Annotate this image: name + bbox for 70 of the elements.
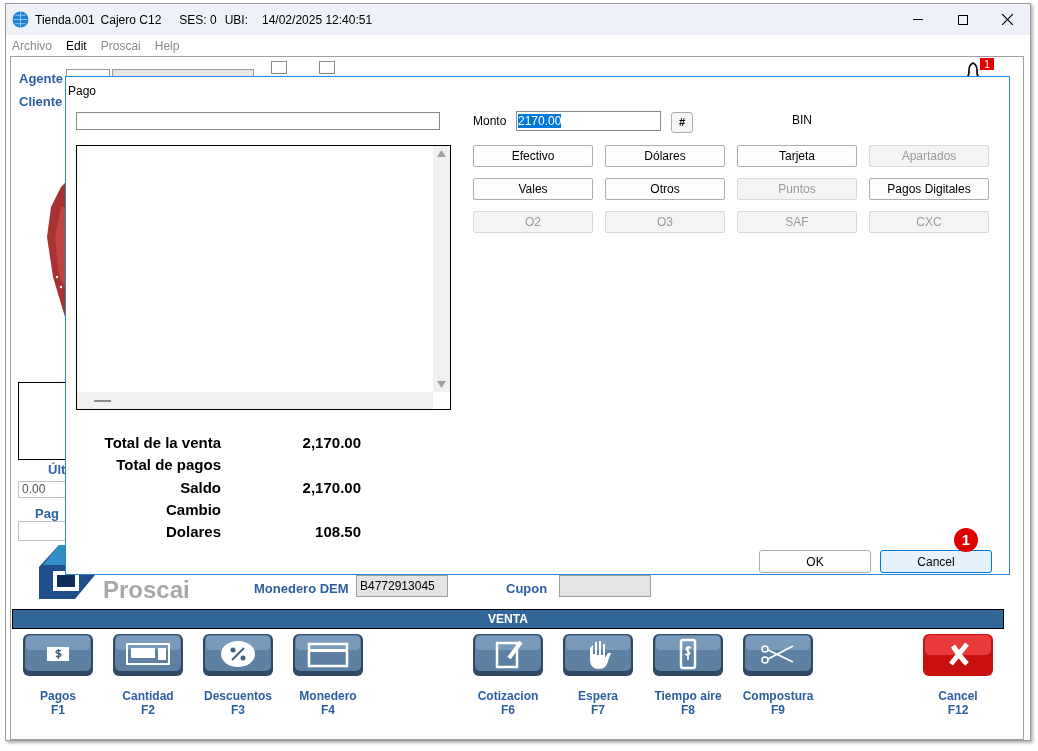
payment-method-button[interactable]: Dólares [605, 145, 725, 167]
section-header: VENTA [12, 609, 1004, 629]
field-label: BIN [792, 112, 812, 129]
cancel-icon [923, 633, 993, 677]
payment-method-button[interactable]: Pagos Digitales [869, 178, 989, 200]
function-key-button[interactable]: Cancel F12 [923, 633, 993, 718]
amount-field[interactable]: 2170.00 [516, 111, 661, 131]
total-value: 2,170.00 [301, 477, 361, 498]
function-key-button[interactable]: Cantidad F2 [113, 633, 183, 718]
function-key-button[interactable]: Compostura F9 [743, 633, 813, 718]
field-label: Últ [48, 461, 66, 479]
field-label: Agente [19, 70, 64, 88]
calculator-icon [113, 633, 183, 677]
dialog-button[interactable]: OK [759, 550, 871, 573]
card-icon [293, 633, 363, 677]
total-label: Total de pagos [115, 455, 221, 476]
field-label: Monedero DEM [254, 580, 349, 598]
function-key-button[interactable]: Pagos F1 [23, 633, 93, 718]
percent-tag-icon [203, 633, 273, 677]
dialog-title: Pago [68, 83, 97, 100]
title-text: UBI: [224, 11, 248, 29]
total-label: Total de la venta [103, 433, 221, 453]
logo-text: Proscai [103, 578, 190, 602]
hash-button[interactable]: # [671, 112, 693, 133]
function-key-button[interactable]: Descuentos F3 [203, 633, 273, 718]
scissors-icon [743, 633, 813, 677]
payment-method-button[interactable]: Efectivo [473, 145, 593, 167]
function-key-button[interactable]: Tiempo aire F8 [653, 633, 723, 718]
input-field[interactable] [18, 521, 68, 541]
bell-icon [965, 62, 981, 78]
input-field[interactable] [559, 575, 651, 597]
menu-item[interactable]: Edit [66, 36, 87, 55]
title-text: 14/02/2025 12:40:51 [262, 11, 373, 29]
field-label: Monto [473, 113, 507, 130]
total-value: 108.50 [314, 522, 361, 543]
payment-method-button[interactable]: Vales [473, 178, 593, 200]
payment-method-button[interactable]: Otros [605, 178, 725, 200]
globe-icon [12, 11, 29, 28]
step-marker: 1 [954, 528, 978, 552]
checkbox[interactable] [319, 61, 335, 74]
total-label: Dolares [164, 522, 221, 543]
total-label: Cambio [165, 499, 221, 520]
vertical-scrollbar[interactable] [433, 146, 450, 392]
function-key-button[interactable]: Monedero F4 [293, 633, 363, 718]
scroll-thumb[interactable] [94, 400, 111, 402]
cash-icon [23, 633, 93, 677]
input-field[interactable]: B4772913045 [356, 575, 448, 597]
field-label: Cupon [506, 580, 548, 598]
total-label: Saldo [179, 477, 221, 498]
horizontal-scrollbar[interactable] [77, 392, 433, 409]
function-key-button[interactable]: Espera F7 [563, 633, 633, 718]
dialog-button[interactable]: Cancel [880, 550, 992, 573]
close-icon [1002, 14, 1013, 25]
payment-list[interactable] [76, 145, 451, 410]
function-key-button[interactable]: Cotizacion F6 [473, 633, 543, 718]
total-value: 2,170.00 [301, 433, 361, 453]
scroll-up-icon [437, 150, 446, 157]
scroll-down-icon [437, 381, 446, 388]
phone-dollar-icon [653, 633, 723, 677]
title-text: SES: 0 [179, 11, 217, 29]
title-text: Tienda.001 [35, 11, 95, 29]
input-field[interactable] [76, 112, 440, 130]
field-label: Cliente [19, 93, 63, 111]
field-label: Pag [35, 505, 59, 523]
checkbox[interactable] [271, 61, 287, 74]
hand-icon [563, 633, 633, 677]
title-text: Cajero C12 [100, 11, 162, 29]
pencil-note-icon [473, 633, 543, 677]
payment-method-button[interactable]: Tarjeta [737, 145, 857, 167]
notification-badge: 1 [980, 58, 995, 70]
